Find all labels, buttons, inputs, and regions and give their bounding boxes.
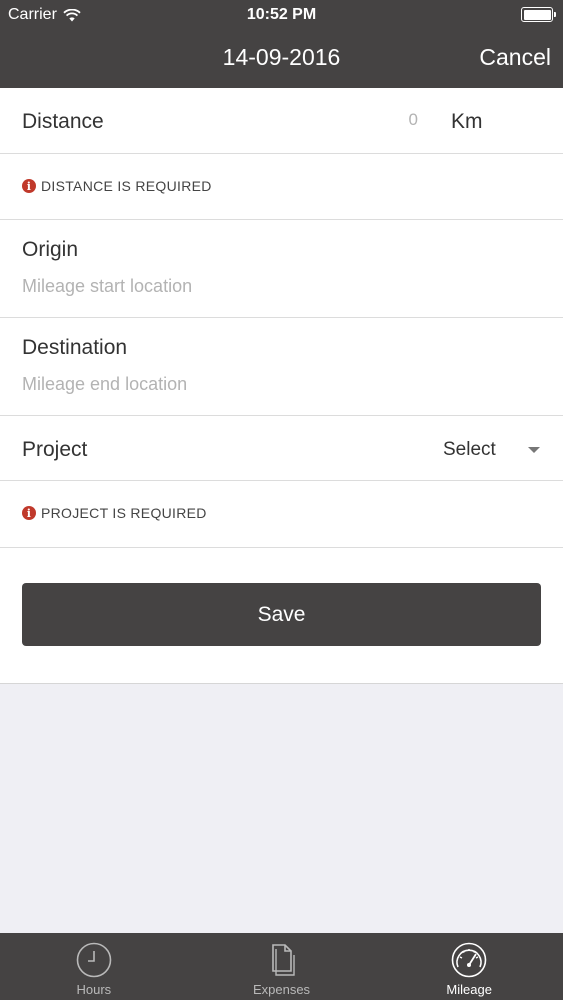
top-bar: Carrier 10:52 PM 14-09-2016 Cancel — [0, 0, 563, 88]
distance-input[interactable]: 0 — [409, 110, 418, 130]
origin-row[interactable]: Origin Mileage start location — [0, 220, 563, 318]
origin-input[interactable]: Mileage start location — [22, 276, 192, 297]
project-row[interactable]: Project Select — [0, 416, 563, 481]
error-info-icon: i — [22, 179, 36, 193]
distance-label: Distance — [22, 110, 104, 133]
destination-input[interactable]: Mileage end location — [22, 374, 187, 395]
tab-hours-label: Hours — [76, 982, 112, 997]
tab-expenses[interactable]: Expenses — [188, 933, 376, 1000]
project-label: Project — [22, 438, 88, 461]
status-bar: Carrier 10:52 PM — [0, 0, 563, 30]
distance-error: i DISTANCE IS REQUIRED — [22, 178, 212, 194]
error-info-icon: i — [22, 506, 36, 520]
tab-hours[interactable]: Hours — [0, 933, 188, 1000]
battery-icon — [521, 7, 556, 22]
chevron-down-icon[interactable] — [528, 447, 540, 453]
project-error-row: i PROJECT IS REQUIRED — [0, 481, 563, 548]
clock-icon — [76, 942, 112, 978]
project-error: i PROJECT IS REQUIRED — [22, 505, 207, 521]
destination-row[interactable]: Destination Mileage end location — [0, 318, 563, 416]
destination-label: Destination — [22, 336, 128, 359]
distance-unit: Km — [451, 110, 483, 133]
status-time: 10:52 PM — [246, 6, 317, 23]
project-select[interactable]: Select — [443, 439, 496, 461]
distance-error-row: i DISTANCE IS REQUIRED — [0, 154, 563, 220]
document-icon — [271, 944, 295, 976]
save-button[interactable]: Save — [22, 583, 541, 646]
speedometer-icon — [451, 942, 487, 978]
distance-error-text: DISTANCE IS REQUIRED — [41, 178, 212, 194]
tab-mileage-label: Mileage — [446, 982, 492, 997]
distance-row[interactable]: Distance 0 Km — [0, 88, 563, 154]
cancel-button[interactable]: Cancel — [479, 44, 551, 71]
mileage-form: Distance 0 Km i DISTANCE IS REQUIRED Ori… — [0, 88, 563, 684]
project-error-text: PROJECT IS REQUIRED — [41, 505, 207, 521]
origin-label: Origin — [22, 238, 79, 261]
tab-mileage[interactable]: Mileage — [375, 933, 563, 1000]
tab-bar: Hours Expenses Mileage — [0, 933, 563, 1000]
tab-expenses-label: Expenses — [252, 982, 311, 997]
